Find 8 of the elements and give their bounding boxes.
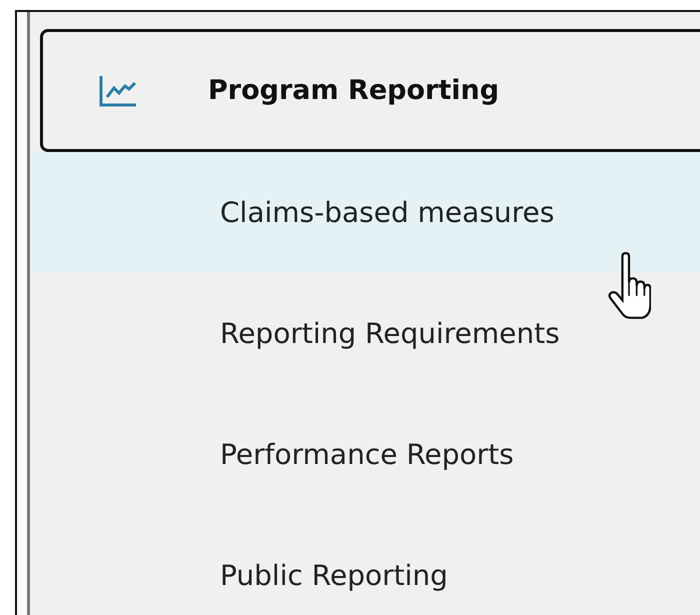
section-title: Program Reporting — [208, 75, 500, 106]
line-chart-icon — [98, 74, 138, 108]
menu-item[interactable]: Claims-based measures — [32, 152, 700, 273]
menu-item[interactable]: Performance Reports — [32, 394, 700, 515]
menu-item[interactable]: Public Reporting — [32, 515, 700, 615]
section-header[interactable]: Program Reporting — [40, 29, 700, 152]
menu-item[interactable]: Reporting Requirements — [32, 273, 700, 394]
hand-cursor-icon — [607, 252, 651, 320]
